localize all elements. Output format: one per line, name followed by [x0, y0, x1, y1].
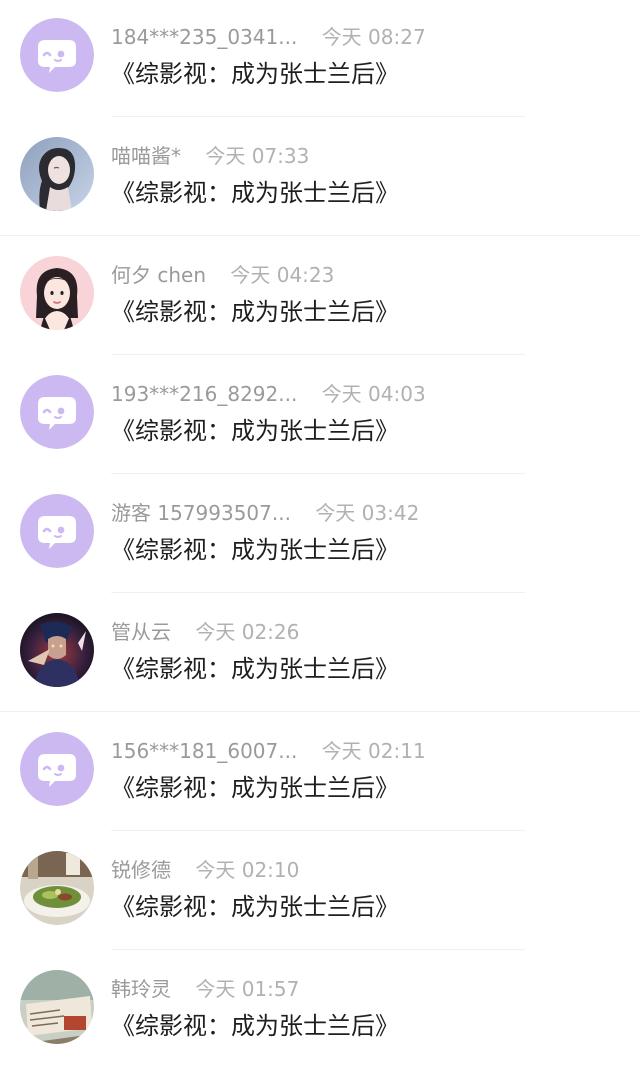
username[interactable]: 喵喵酱* — [111, 142, 181, 170]
avatar[interactable] — [20, 613, 94, 687]
book-title[interactable]: 《综影视：成为张士兰后》 — [111, 1009, 399, 1043]
comment-item[interactable]: 何夕 chen 今天 04:23 《综影视：成为张士兰后》 — [0, 238, 640, 357]
timestamp: 今天 04:23 — [230, 263, 335, 287]
book-title[interactable]: 《综影视：成为张士兰后》 — [111, 57, 399, 91]
timestamp: 今天 02:10 — [195, 858, 300, 882]
food-photo-avatar — [20, 851, 94, 925]
divider — [111, 473, 525, 474]
username[interactable]: 193***216_8292... — [111, 380, 297, 408]
default-chat-bubble-icon — [20, 732, 94, 806]
comment-item[interactable]: 193***216_8292... 今天 04:03 《综影视：成为张士兰后》 — [0, 357, 640, 476]
avatar[interactable] — [20, 732, 94, 806]
comment-item[interactable]: 锐修德 今天 02:10 《综影视：成为张士兰后》 — [0, 833, 640, 952]
comment-item[interactable]: 184***235_0341... 今天 08:27 《综影视：成为张士兰后》 — [0, 0, 640, 119]
book-title[interactable]: 《综影视：成为张士兰后》 — [111, 176, 399, 210]
comment-item[interactable]: 管从云 今天 02:26 《综影视：成为张士兰后》 — [0, 595, 640, 714]
comment-meta: 156***181_6007... 今天 02:11 — [111, 737, 426, 765]
timestamp: 今天 08:27 — [321, 25, 426, 49]
avatar[interactable] — [20, 256, 94, 330]
comment-meta: 管从云 今天 02:26 — [111, 618, 299, 646]
timestamp: 今天 02:26 — [195, 620, 300, 644]
comment-meta: 184***235_0341... 今天 08:27 — [111, 23, 426, 51]
default-chat-bubble-icon — [20, 375, 94, 449]
book-photo-avatar — [20, 970, 94, 1044]
username[interactable]: 156***181_6007... — [111, 737, 297, 765]
timestamp: 今天 02:11 — [321, 739, 426, 763]
divider — [111, 949, 525, 950]
comment-list: 184***235_0341... 今天 08:27 《综影视：成为张士兰后》 — [0, 0, 640, 1066]
username[interactable]: 锐修德 — [111, 856, 171, 884]
comment-meta: 锐修德 今天 02:10 — [111, 856, 299, 884]
username[interactable]: 何夕 chen — [111, 261, 206, 289]
comment-item[interactable]: 喵喵酱* 今天 07:33 《综影视：成为张士兰后》 — [0, 119, 640, 238]
user-photo-avatar — [20, 137, 94, 211]
divider — [0, 235, 640, 236]
avatar[interactable] — [20, 494, 94, 568]
timestamp: 今天 07:33 — [205, 144, 310, 168]
comment-item[interactable]: 156***181_6007... 今天 02:11 《综影视：成为张士兰后》 — [0, 714, 640, 833]
book-title[interactable]: 《综影视：成为张士兰后》 — [111, 771, 399, 805]
game-character-avatar — [20, 613, 94, 687]
username[interactable]: 184***235_0341... — [111, 23, 297, 51]
book-title[interactable]: 《综影视：成为张士兰后》 — [111, 414, 399, 448]
book-title[interactable]: 《综影视：成为张士兰后》 — [111, 533, 399, 567]
divider — [111, 116, 525, 117]
avatar[interactable] — [20, 375, 94, 449]
divider — [111, 354, 525, 355]
comment-meta: 韩玲灵 今天 01:57 — [111, 975, 299, 1003]
book-title[interactable]: 《综影视：成为张士兰后》 — [111, 295, 399, 329]
divider — [111, 592, 525, 593]
avatar[interactable] — [20, 137, 94, 211]
divider — [0, 711, 640, 712]
username[interactable]: 韩玲灵 — [111, 975, 171, 1003]
avatar[interactable] — [20, 851, 94, 925]
comment-item[interactable]: 游客 157993507... 今天 03:42 《综影视：成为张士兰后》 — [0, 476, 640, 595]
default-chat-bubble-icon — [20, 18, 94, 92]
username[interactable]: 管从云 — [111, 618, 171, 646]
default-chat-bubble-icon — [20, 494, 94, 568]
divider — [111, 830, 525, 831]
timestamp: 今天 01:57 — [195, 977, 300, 1001]
book-title[interactable]: 《综影视：成为张士兰后》 — [111, 652, 399, 686]
comment-meta: 游客 157993507... 今天 03:42 — [111, 499, 419, 527]
username[interactable]: 游客 157993507... — [111, 499, 291, 527]
cartoon-girl-avatar — [20, 256, 94, 330]
avatar[interactable] — [20, 18, 94, 92]
book-title[interactable]: 《综影视：成为张士兰后》 — [111, 890, 399, 924]
timestamp: 今天 03:42 — [315, 501, 420, 525]
timestamp: 今天 04:03 — [321, 382, 426, 406]
comment-meta: 何夕 chen 今天 04:23 — [111, 261, 334, 289]
comment-meta: 193***216_8292... 今天 04:03 — [111, 380, 426, 408]
comment-meta: 喵喵酱* 今天 07:33 — [111, 142, 309, 170]
comment-item[interactable]: 韩玲灵 今天 01:57 《综影视：成为张士兰后》 — [0, 952, 640, 1071]
avatar[interactable] — [20, 970, 94, 1044]
